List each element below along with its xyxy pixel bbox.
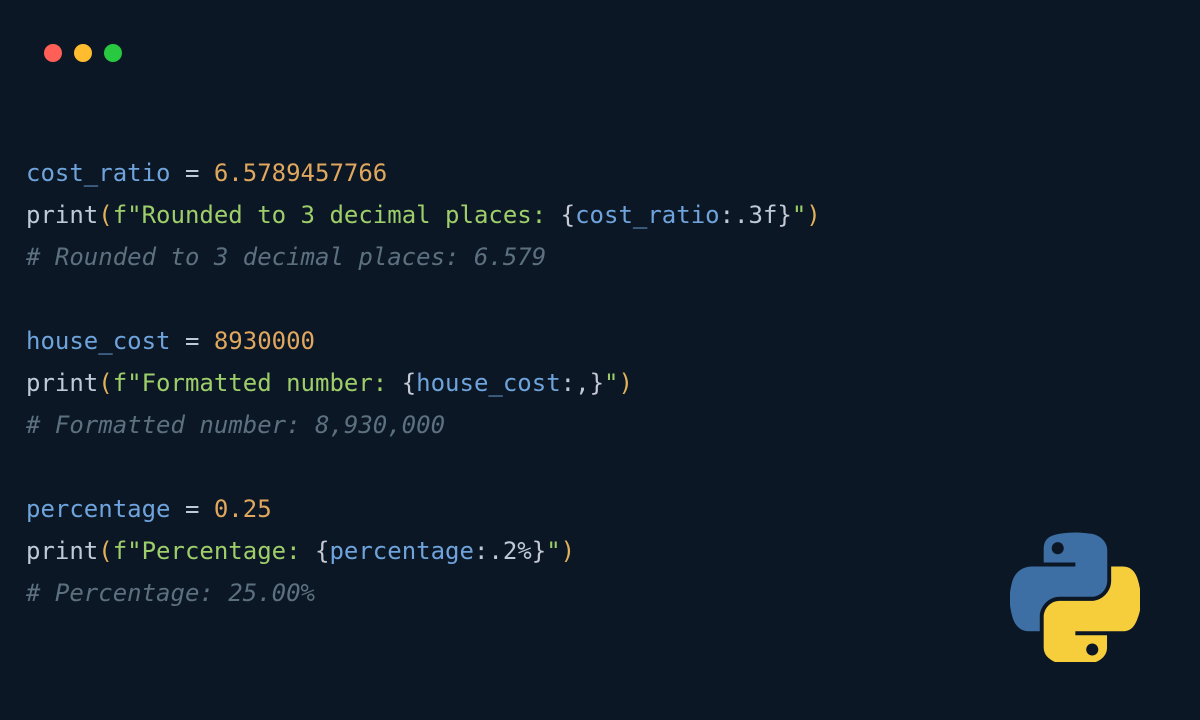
output-comment: # Formatted number: 8,930,000 <box>26 411 445 439</box>
number-literal: 8930000 <box>214 327 315 355</box>
variable-name: cost_ratio <box>26 159 171 187</box>
python-logo-icon <box>1010 532 1140 662</box>
code-line-2: print(f"Rounded to 3 decimal places: {co… <box>26 201 821 229</box>
close-icon <box>44 44 62 62</box>
minimize-icon <box>74 44 92 62</box>
maximize-icon <box>104 44 122 62</box>
window-traffic-lights <box>44 44 122 62</box>
output-comment: # Rounded to 3 decimal places: 6.579 <box>26 243 546 271</box>
output-comment: # Percentage: 25.00% <box>26 579 315 607</box>
variable-name: house_cost <box>26 327 171 355</box>
code-line-5: print(f"Formatted number: {house_cost:,}… <box>26 369 633 397</box>
variable-name: percentage <box>26 495 171 523</box>
code-line-8: print(f"Percentage: {percentage:.2%}") <box>26 537 575 565</box>
code-line-1: cost_ratio = 6.5789457766 <box>26 159 387 187</box>
number-literal: 6.5789457766 <box>214 159 387 187</box>
number-literal: 0.25 <box>214 495 272 523</box>
code-line-4: house_cost = 8930000 <box>26 327 315 355</box>
code-block: cost_ratio = 6.5789457766 print(f"Rounde… <box>26 152 821 614</box>
code-line-7: percentage = 0.25 <box>26 495 272 523</box>
